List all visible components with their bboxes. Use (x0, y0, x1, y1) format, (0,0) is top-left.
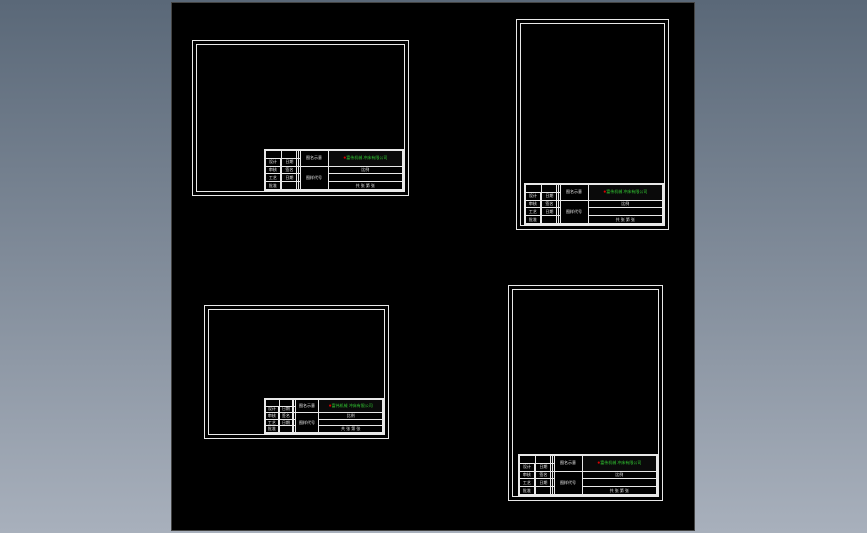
logo-green-c: 富伟机械 冲床有限公司 (332, 404, 373, 408)
logo-green-d: 富伟机械 冲床有限公司 (600, 461, 641, 465)
logo-b: ●富伟机械 冲床有限公司 (588, 185, 662, 201)
drawing-frame-c: 图名示意●富伟机械 冲床有限公司 设计日期 审核签名图样代号比例 工艺日期 批准… (204, 305, 389, 439)
logo-d: ●富伟机械 冲床有限公司 (582, 456, 656, 472)
logo-green-b: 富伟机械 冲床有限公司 (606, 190, 647, 194)
title-a: 图名示意 (300, 151, 328, 167)
drawing-frame-b: 图名示意●富伟机械 冲床有限公司 设计日期 审核签名图样代号比例 工艺日期 批准… (516, 19, 669, 230)
drawno-a: 图样代号 (300, 166, 328, 189)
drawing-inner-a: 图名示意●富伟机械 冲床有限公司 设计日期 审核签名图样代号比例 工艺日期 批准… (196, 44, 405, 192)
drawing-inner-b: 图名示意●富伟机械 冲床有限公司 设计日期 审核签名图样代号比例 工艺日期 批准… (520, 23, 665, 226)
cad-canvas[interactable]: 图名示意●富伟机械 冲床有限公司 设计日期 审核签名图样代号比例 工艺日期 批准… (171, 2, 695, 531)
title-d: 图名示意 (554, 456, 582, 472)
drawing-inner-c: 图名示意●富伟机械 冲床有限公司 设计日期 审核签名图样代号比例 工艺日期 批准… (208, 309, 385, 435)
titleblock-d: 图名示意●富伟机械 冲床有限公司 设计日期 审核签名图样代号比例 工艺日期 批准… (518, 454, 658, 496)
drawing-frame-d: 图名示意●富伟机械 冲床有限公司 设计日期 审核签名图样代号比例 工艺日期 批准… (508, 285, 663, 501)
logo-a: ●富伟机械 冲床有限公司 (328, 151, 402, 167)
drawno-d: 图样代号 (554, 471, 582, 494)
title-b: 图名示意 (560, 185, 588, 201)
logo-c: ●富伟机械 冲床有限公司 (319, 400, 383, 413)
drawno-b: 图样代号 (560, 200, 588, 223)
titleblock-c: 图名示意●富伟机械 冲床有限公司 设计日期 审核签名图样代号比例 工艺日期 批准… (264, 398, 384, 434)
drawno-c: 图样代号 (295, 413, 319, 433)
titleblock-a: 图名示意●富伟机械 冲床有限公司 设计日期 审核签名图样代号比例 工艺日期 批准… (264, 149, 404, 191)
logo-green-a: 富伟机械 冲床有限公司 (346, 156, 387, 160)
title-c: 图名示意 (295, 400, 319, 413)
drawing-inner-d: 图名示意●富伟机械 冲床有限公司 设计日期 审核签名图样代号比例 工艺日期 批准… (512, 289, 659, 497)
drawing-frame-a: 图名示意●富伟机械 冲床有限公司 设计日期 审核签名图样代号比例 工艺日期 批准… (192, 40, 409, 196)
titleblock-b: 图名示意●富伟机械 冲床有限公司 设计日期 审核签名图样代号比例 工艺日期 批准… (524, 183, 664, 225)
